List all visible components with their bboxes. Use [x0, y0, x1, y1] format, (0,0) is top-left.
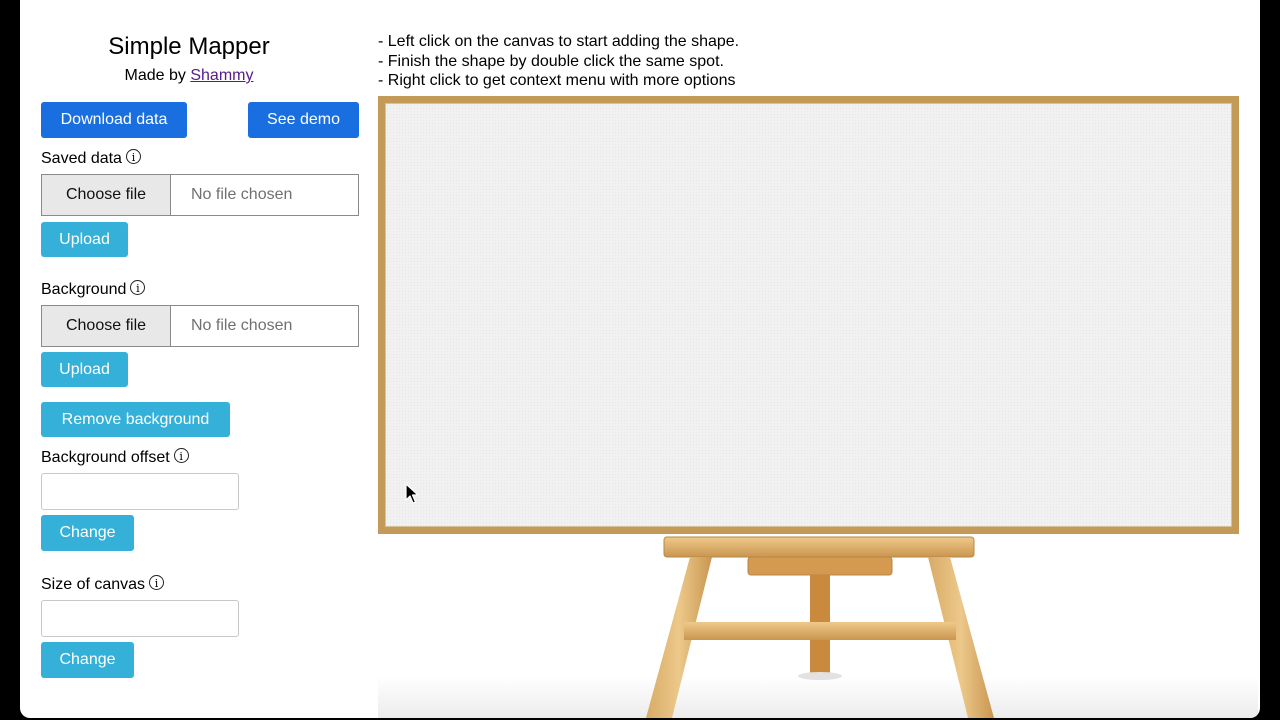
background-file-input[interactable]: Choose file No file chosen	[41, 305, 359, 347]
canvas-size-input[interactable]	[41, 600, 239, 637]
instruction-line: - Left click on the canvas to start addi…	[378, 33, 740, 50]
app-window: Simple Mapper Made by Shammy Download da…	[20, 0, 1260, 718]
canvas-size-label: Size of canvas i	[41, 575, 165, 595]
info-icon[interactable]: i	[149, 575, 165, 590]
author-link[interactable]: Shammy	[190, 67, 253, 84]
choose-file-button[interactable]: Choose file	[42, 306, 171, 346]
saved-data-file-input[interactable]: Choose file No file chosen	[41, 174, 359, 216]
page-title: Simple Mapper	[108, 33, 270, 60]
download-data-button[interactable]: Download data	[41, 102, 187, 138]
change-offset-button[interactable]: Change	[41, 515, 134, 551]
easel-stand	[646, 536, 994, 718]
background-label-text: Background	[41, 281, 127, 298]
saved-data-label: Saved data i	[41, 149, 141, 169]
byline-prefix: Made by	[124, 67, 186, 84]
background-offset-label-text: Background offset	[41, 449, 170, 466]
upload-background-button[interactable]: Upload	[41, 352, 128, 387]
instruction-line: - Right click to get context menu with m…	[378, 72, 736, 89]
choose-file-button[interactable]: Choose file	[42, 175, 171, 215]
byline: Made by Shammy	[20, 66, 358, 86]
see-demo-button[interactable]: See demo	[248, 102, 359, 138]
instruction-line: - Finish the shape by double click the s…	[378, 52, 724, 70]
instructions: - Left click on the canvas to start addi…	[378, 32, 739, 91]
drawing-canvas[interactable]	[385, 103, 1232, 527]
info-icon[interactable]: i	[125, 149, 141, 164]
upload-saved-data-button[interactable]: Upload	[41, 222, 128, 257]
mouse-pointer-icon	[405, 483, 419, 504]
info-icon[interactable]: i	[130, 280, 146, 295]
file-status: No file chosen	[191, 186, 293, 203]
saved-data-label-text: Saved data	[41, 150, 122, 167]
change-canvas-size-button[interactable]: Change	[41, 642, 134, 678]
file-status: No file chosen	[191, 317, 293, 334]
easel-canvas-frame	[378, 96, 1239, 534]
info-icon[interactable]: i	[173, 448, 189, 463]
background-label: Background i	[41, 280, 146, 300]
remove-background-button[interactable]: Remove background	[41, 402, 230, 437]
canvas-size-label-text: Size of canvas	[41, 576, 146, 593]
background-offset-label: Background offset i	[41, 448, 189, 468]
background-offset-input[interactable]	[41, 473, 239, 510]
